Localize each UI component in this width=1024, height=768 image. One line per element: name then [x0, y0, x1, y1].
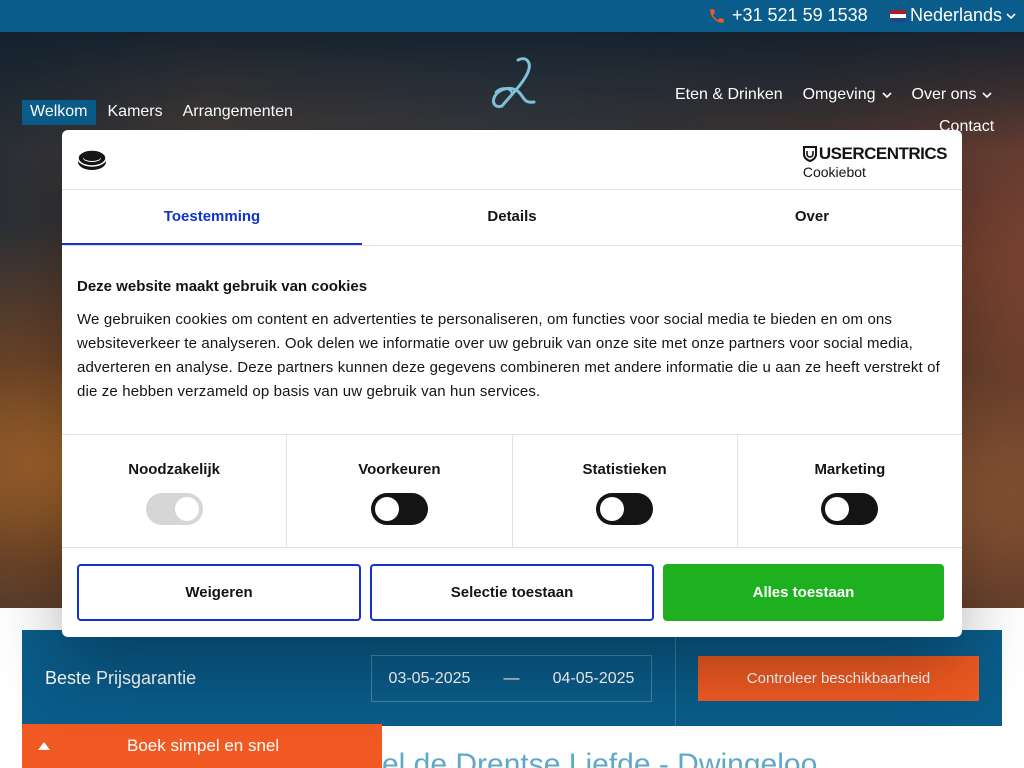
nav-label: Omgeving	[802, 86, 876, 103]
tab-toestemming[interactable]: Toestemming	[62, 190, 362, 245]
dutch-flag-icon	[890, 9, 906, 22]
nav-label: Eten & Drinken	[675, 86, 783, 103]
toggle-marketing[interactable]	[821, 493, 879, 525]
category-noodzakelijk: Noodzakelijk	[62, 435, 288, 547]
toggle-statistieken[interactable]	[596, 493, 654, 525]
dialog-heading: Deze website maakt gebruik van cookies	[77, 278, 368, 295]
page-heading: el de Drentse Liefde - Dwingeloo	[382, 748, 818, 768]
script-l-logo[interactable]	[478, 52, 548, 122]
nav-item-welkom[interactable]: Welkom	[22, 100, 96, 125]
cookie-consent-dialog: USERCENTRICS Cookiebot Toestemming Detai…	[62, 130, 962, 637]
phone-icon	[710, 8, 724, 23]
top-bar: +31 521 59 1538 Nederlands	[0, 0, 1024, 32]
chevron-down-icon	[982, 92, 993, 99]
tab-details[interactable]: Details	[362, 190, 662, 245]
book-quick-label: Boek simpel en snel	[127, 736, 280, 755]
dialog-buttons: Weigeren Selectie toestaan Alles toestaa…	[62, 548, 962, 637]
consent-categories: Noodzakelijk Voorkeuren Statistieken Mar…	[62, 435, 962, 548]
date-from[interactable]: 03-05-2025	[389, 670, 471, 688]
tab-over[interactable]: Over	[662, 190, 962, 245]
dialog-text: We gebruiken cookies om content en adver…	[77, 311, 940, 400]
category-label: Statistieken	[582, 461, 667, 478]
chevron-down-icon	[881, 92, 892, 99]
brand-sub: Cookiebot	[802, 164, 866, 180]
nav-label: Over ons	[911, 86, 977, 103]
date-separator: —	[503, 669, 520, 687]
book-quick-tab[interactable]: Boek simpel en snel	[22, 724, 382, 768]
category-marketing: Marketing	[738, 435, 962, 547]
language-selector[interactable]: Nederlands	[890, 5, 1016, 26]
allow-all-button[interactable]: Alles toestaan	[663, 564, 944, 621]
category-label: Marketing	[814, 461, 886, 478]
phone-link[interactable]: +31 521 59 1538	[708, 5, 868, 26]
main-nav-left: Welkom Kamers Arrangementen	[22, 100, 305, 125]
booking-bar: Beste Prijsgarantie 03-05-2025 — 04-05-2…	[22, 630, 1002, 726]
category-label: Voorkeuren	[358, 461, 441, 478]
main-nav-right: Eten & Drinken Omgeving Over ons	[675, 86, 993, 104]
nav-item-arrangementen[interactable]: Arrangementen	[175, 100, 301, 125]
phone-number: +31 521 59 1538	[732, 5, 868, 25]
allow-selection-button[interactable]: Selectie toestaan	[370, 564, 654, 621]
toggle-voorkeuren[interactable]	[370, 493, 428, 525]
dialog-body: Deze website maakt gebruik van cookies W…	[62, 246, 962, 435]
dialog-header: USERCENTRICS Cookiebot	[62, 130, 962, 190]
nav-item-over-ons[interactable]: Over ons	[912, 86, 993, 104]
dialog-tabs: Toestemming Details Over	[62, 190, 962, 246]
toggle-noodzakelijk	[145, 493, 203, 525]
chevron-down-icon	[1006, 12, 1016, 19]
category-label: Noodzakelijk	[128, 461, 220, 478]
language-label: Nederlands	[910, 5, 1003, 25]
category-statistieken: Statistieken	[513, 435, 738, 547]
usercentrics-brand: USERCENTRICS	[802, 144, 948, 164]
nav-item-omgeving[interactable]: Omgeving	[803, 86, 892, 104]
category-voorkeuren: Voorkeuren	[287, 435, 513, 547]
booking-divider	[675, 630, 676, 726]
nav-item-kamers[interactable]: Kamers	[100, 100, 171, 125]
cookie-icon	[77, 149, 107, 170]
usercentrics-logo: USERCENTRICS Cookiebot	[802, 144, 948, 180]
deny-button[interactable]: Weigeren	[77, 564, 361, 621]
caret-up-icon	[38, 742, 50, 750]
nav-item-eten-drinken[interactable]: Eten & Drinken	[675, 86, 783, 104]
best-price-title: Beste Prijsgarantie	[45, 668, 197, 688]
check-availability-button[interactable]: Controleer beschikbaarheid	[698, 656, 979, 701]
date-range-picker[interactable]: 03-05-2025 — 04-05-2025	[371, 655, 652, 702]
shield-icon	[802, 146, 817, 162]
brand-text: USERCENTRICS	[818, 144, 948, 163]
date-to[interactable]: 04-05-2025	[553, 670, 635, 688]
